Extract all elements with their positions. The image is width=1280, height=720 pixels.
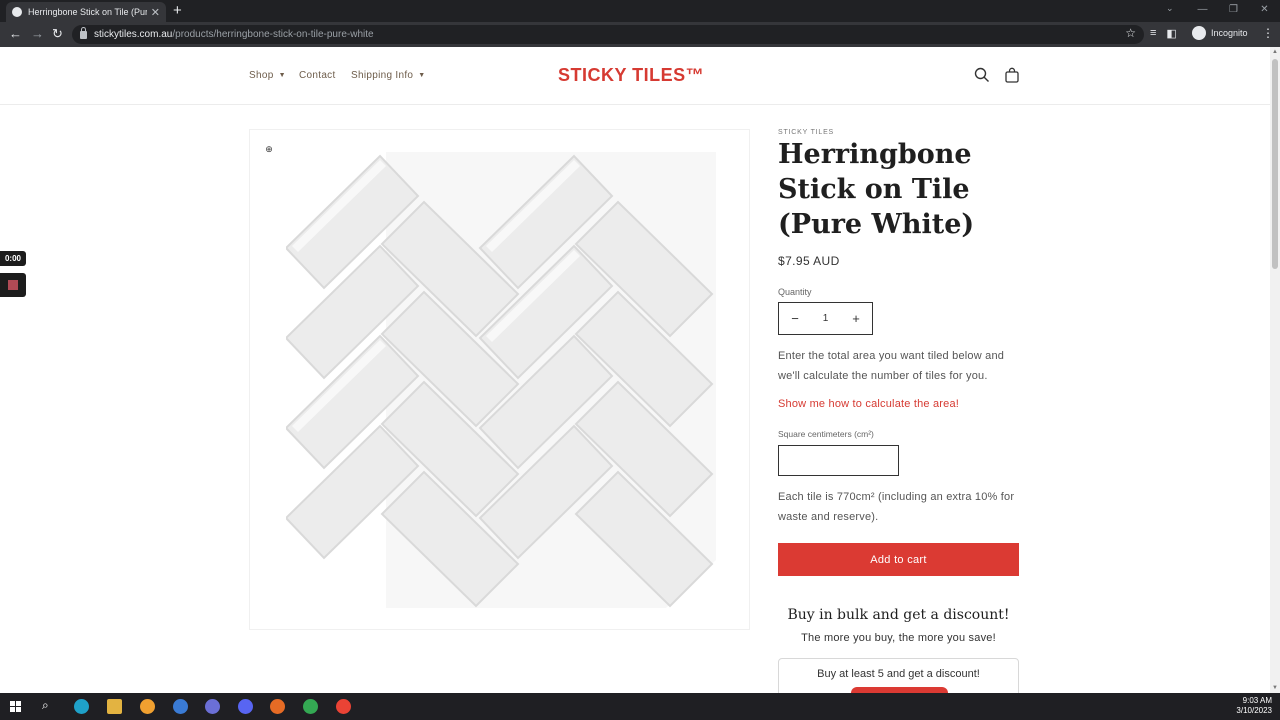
chrome-icon[interactable] [303, 699, 318, 714]
reading-list-icon[interactable]: ≡ [1150, 27, 1156, 40]
discord-icon[interactable] [238, 699, 253, 714]
minimize-button[interactable]: — [1187, 0, 1218, 22]
back-button[interactable]: ← [9, 26, 22, 42]
tab-close-icon[interactable]: ✕ [151, 6, 160, 19]
side-panel-icon[interactable]: ◧ [1166, 27, 1176, 40]
address-bar[interactable]: stickytiles.com.au /products/herringbone… [72, 25, 1144, 44]
clock-time: 9:03 AM [1242, 696, 1272, 705]
forward-button[interactable]: → [31, 26, 44, 42]
firefox-icon[interactable] [270, 699, 285, 714]
zoom-icon[interactable]: ⊕ [260, 140, 278, 158]
nav-contact[interactable]: Contact [299, 70, 336, 81]
bulk-offer-text: Buy at least 5 and get a discount! [817, 668, 980, 680]
quantity-label: Quantity [778, 287, 812, 297]
chevron-down-icon: ▼ [278, 72, 286, 79]
scrollbar-thumb[interactable] [1272, 59, 1278, 269]
quantity-stepper: − 1 + [778, 302, 873, 335]
url-host: stickytiles.com.au [94, 29, 173, 40]
chevron-down-icon: ▼ [418, 72, 426, 79]
quantity-increase-button[interactable]: + [850, 311, 862, 326]
nav-shipping-label: Shipping Info [351, 70, 414, 81]
toolbar-icons: ≡ ◧ [1150, 27, 1177, 40]
bookmark-star-icon[interactable]: ☆ [1125, 26, 1136, 40]
tab-search-icon[interactable]: ⌄ [1166, 3, 1174, 14]
url-path: /products/herringbone-stick-on-tile-pure… [172, 29, 374, 40]
edge-icon[interactable] [74, 699, 89, 714]
product-vendor: STICKY TILES [778, 129, 835, 136]
new-tab-button[interactable]: + [173, 2, 182, 20]
product-title: Herringbone Stick on Tile (Pure White) [778, 139, 975, 240]
incognito-profile-button[interactable]: Incognito [1192, 26, 1248, 40]
windows-start-icon[interactable] [10, 701, 21, 712]
tile-size-note: Each tile is 770cm² (including an extra … [778, 491, 1015, 523]
windows-taskbar: ⌕ 9:03 AM 3/10/2023 [0, 693, 1280, 720]
close-window-button[interactable]: ✕ [1249, 0, 1280, 22]
add-to-cart-button[interactable]: Add to cart [778, 543, 1019, 576]
stop-icon [8, 280, 18, 290]
browser-tab-strip: Herringbone Stick on Tile (Pure W ✕ + ⌄ … [0, 0, 1280, 22]
favicon-icon [12, 7, 22, 17]
search-icon[interactable] [974, 67, 990, 83]
area-calculator-intro: Enter the total area you want tiled belo… [778, 350, 1005, 382]
bulk-offer-card[interactable]: Buy at least 5 and get a discount! [778, 658, 1019, 699]
scroll-down-icon[interactable]: ▼ [1272, 685, 1278, 691]
taskbar-search-icon[interactable]: ⌕ [42, 698, 49, 713]
restore-button[interactable]: ❐ [1218, 0, 1249, 22]
square-centimeters-input[interactable] [778, 445, 899, 476]
cart-icon[interactable] [1004, 67, 1020, 83]
browser-toolbar: ← → ↻ stickytiles.com.au /products/herri… [0, 22, 1280, 47]
nav-shop[interactable]: Shop ▼ [249, 70, 286, 81]
recording-stop-button[interactable] [0, 273, 26, 297]
chrome-incognito-icon[interactable] [336, 699, 351, 714]
app-icon[interactable] [205, 699, 220, 714]
page-scrollbar[interactable]: ▲ ▼ [1270, 47, 1280, 693]
bulk-discount-title: Buy in bulk and get a discount! [787, 607, 1010, 623]
site-logo[interactable]: STICKY TILES™ [558, 65, 704, 86]
quantity-input[interactable]: 1 [823, 313, 829, 324]
site-header: Shop ▼ Contact Shipping Info ▼ STICKY TILE… [0, 47, 1270, 105]
calculate-area-link[interactable]: Show me how to calculate the area! [778, 398, 959, 410]
file-explorer-icon[interactable] [107, 699, 122, 714]
lock-icon[interactable] [80, 26, 87, 39]
recording-timer: 0:00 [0, 251, 26, 266]
taskbar-clock[interactable]: 9:03 AM 3/10/2023 [1236, 696, 1272, 716]
app-icon[interactable] [140, 699, 155, 714]
bulk-discount-subtitle: The more you buy, the more you save! [801, 632, 996, 644]
nav-shop-label: Shop [249, 70, 274, 81]
nav-shipping-info[interactable]: Shipping Info ▼ [351, 70, 426, 81]
quantity-decrease-button[interactable]: − [789, 311, 801, 326]
window-controls: — ❐ ✕ [1187, 0, 1280, 22]
scroll-up-icon[interactable]: ▲ [1272, 49, 1278, 55]
incognito-icon [1192, 26, 1206, 40]
square-centimeters-label: Square centimeters (cm²) [778, 429, 874, 439]
product-price: $7.95 AUD [778, 254, 840, 268]
chrome-profile-icon[interactable] [173, 699, 188, 714]
clock-date: 3/10/2023 [1236, 706, 1272, 715]
product-image[interactable] [286, 152, 718, 608]
browser-tab-active[interactable]: Herringbone Stick on Tile (Pure W ✕ [6, 2, 166, 22]
reload-button[interactable]: ↻ [52, 26, 63, 42]
product-image-gallery[interactable]: ⊕ [249, 129, 750, 630]
tab-title: Herringbone Stick on Tile (Pure W [28, 7, 147, 17]
incognito-label: Incognito [1211, 28, 1248, 38]
browser-menu-icon[interactable]: ⋮ [1262, 26, 1274, 40]
